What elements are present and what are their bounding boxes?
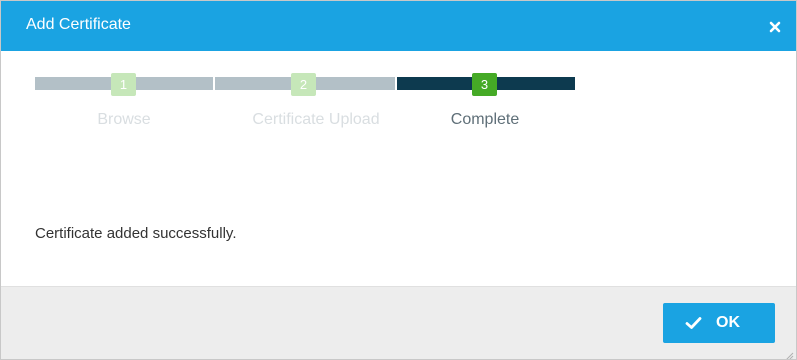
success-message: Certificate added successfully. [35,225,237,242]
close-icon[interactable] [768,20,782,34]
step-3-badge: 3 [472,73,497,96]
step-2-label: Certificate Upload [252,111,380,128]
step-1-badge: 1 [111,73,136,96]
step-3-label: Complete [450,111,520,128]
dialog-titlebar: Add Certificate [1,1,796,51]
ok-button[interactable]: OK [663,303,775,343]
checkmark-icon [685,316,702,330]
add-certificate-dialog: Add Certificate 1 2 3 Browse Certificate… [0,0,797,360]
dialog-title: Add Certificate [26,16,131,33]
step-1-label: Browse [97,111,151,128]
dialog-footer: OK [1,286,796,359]
resize-grip-icon[interactable] [784,348,794,359]
ok-button-label: OK [716,314,740,331]
wizard-stepper: 1 2 3 Browse Certificate Upload Complete [35,73,575,133]
step-2-badge: 2 [291,73,316,96]
